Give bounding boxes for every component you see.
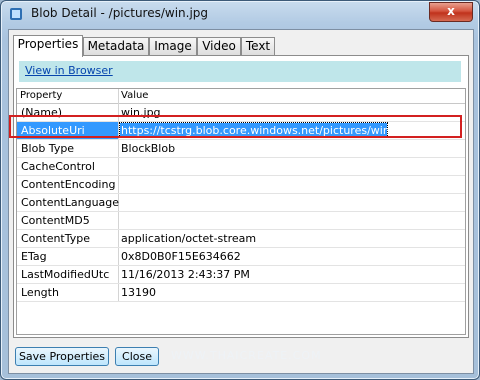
header-property[interactable]: Property xyxy=(20,89,62,103)
watermark-text: WWW.THAICREATE.COM xyxy=(171,349,322,362)
property-name: CacheControl xyxy=(21,160,95,173)
property-name: LastModifiedUtc xyxy=(21,268,110,281)
window-title: Blob Detail - /pictures/win.jpg xyxy=(31,6,209,20)
property-value: 13190 xyxy=(121,286,156,299)
grid-row[interactable]: ContentType application/octet-stream xyxy=(17,230,465,248)
dialog-client-area: Properties Metadata Image Video Text Vie… xyxy=(8,29,474,374)
tab-text[interactable]: Text xyxy=(241,37,275,55)
grid-row[interactable]: LastModifiedUtc 11/16/2013 2:43:37 PM xyxy=(17,266,465,284)
property-name: ETag xyxy=(21,250,47,263)
title-bar[interactable]: Blob Detail - /pictures/win.jpg x xyxy=(1,1,479,27)
grid-row[interactable]: ETag 0x8D0B0F15E634662 xyxy=(17,248,465,266)
property-name: Length xyxy=(21,286,59,299)
property-name: ContentLanguage xyxy=(21,196,120,209)
property-value: 0x8D0B0F15E634662 xyxy=(121,250,241,263)
close-button[interactable]: Close xyxy=(115,347,159,366)
property-value: 11/16/2013 2:43:37 PM xyxy=(121,268,250,281)
grid-row[interactable]: ContentLanguage xyxy=(17,194,465,212)
blob-detail-window: Blob Detail - /pictures/win.jpg x Proper… xyxy=(0,0,480,380)
window-app-icon xyxy=(10,8,22,20)
property-value: application/octet-stream xyxy=(121,232,257,245)
header-value[interactable]: Value xyxy=(121,89,148,103)
tab-properties[interactable]: Properties xyxy=(13,35,83,57)
tab-image[interactable]: Image xyxy=(149,37,197,55)
save-properties-button[interactable]: Save Properties xyxy=(15,347,109,366)
grid-row[interactable]: ContentMD5 xyxy=(17,212,465,230)
grid-row[interactable]: CacheControl xyxy=(17,158,465,176)
window-close-button[interactable]: x xyxy=(429,2,473,22)
property-name: ContentType xyxy=(21,232,91,245)
grid-row[interactable]: Blob Type BlockBlob xyxy=(17,140,465,158)
tab-video[interactable]: Video xyxy=(197,37,241,55)
grid-header: Property Value xyxy=(17,89,465,104)
property-name: Blob Type xyxy=(21,142,75,155)
link-bar: View in Browser xyxy=(19,61,461,82)
grid-row[interactable]: Length 13190 xyxy=(17,284,465,302)
properties-panel: View in Browser Property Value (Name) wi… xyxy=(13,55,469,338)
property-name: ContentEncoding xyxy=(21,178,116,191)
annotation-highlight-box xyxy=(9,115,462,138)
close-icon: x xyxy=(447,4,455,18)
property-value: BlockBlob xyxy=(121,142,176,155)
property-name: ContentMD5 xyxy=(21,214,90,227)
view-in-browser-link[interactable]: View in Browser xyxy=(25,64,113,77)
tab-metadata[interactable]: Metadata xyxy=(83,37,149,55)
grid-row[interactable]: ContentEncoding xyxy=(17,176,465,194)
